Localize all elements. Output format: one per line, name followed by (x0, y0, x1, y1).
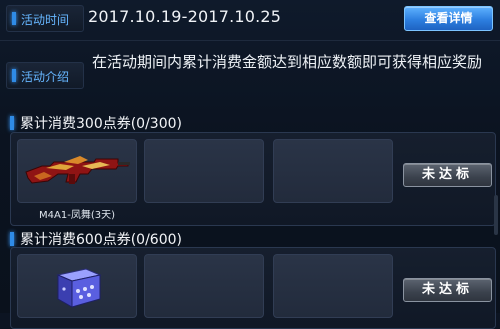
section-accent-bar (10, 116, 14, 130)
intro-label: 活动介绍 (21, 70, 70, 84)
tier-title: 累计消费300点券(0/300) (20, 116, 182, 132)
reward-slot-empty (273, 139, 393, 203)
reward-slot[interactable] (17, 254, 137, 318)
tier-panel: 未达标 (10, 247, 496, 329)
time-label: 活动时间 (21, 13, 70, 27)
time-label-box: 活动时间 (6, 5, 84, 32)
scrollbar[interactable] (494, 195, 498, 235)
intro-label-box: 活动介绍 (6, 62, 84, 89)
section-accent-bar (10, 232, 14, 246)
tier-status-button[interactable]: 未达标 (403, 278, 492, 302)
reward-slot-empty (144, 139, 264, 203)
label-accent-bar (12, 69, 16, 82)
view-details-button[interactable]: 查看详情 (404, 6, 493, 31)
reward-slot-empty (144, 254, 264, 318)
tier-panel: M4A1-凤舞(3天) 未达标 (10, 132, 496, 226)
rifle-icon (22, 148, 132, 198)
reward-slot-empty (273, 254, 393, 318)
tier-status-button[interactable]: 未达标 (403, 163, 492, 187)
divider (0, 40, 500, 41)
activity-description: 在活动期间内累计消费金额达到相应数额即可获得相应奖励 (92, 53, 483, 71)
reward-item-name: M4A1-凤舞(3天) (39, 210, 115, 221)
activity-date-range: 2017.10.19-2017.10.25 (88, 7, 282, 26)
tier-title: 累计消费600点券(0/600) (20, 232, 182, 248)
label-accent-bar (12, 12, 16, 25)
reward-slot[interactable] (17, 139, 137, 203)
gift-box-icon (52, 263, 104, 313)
